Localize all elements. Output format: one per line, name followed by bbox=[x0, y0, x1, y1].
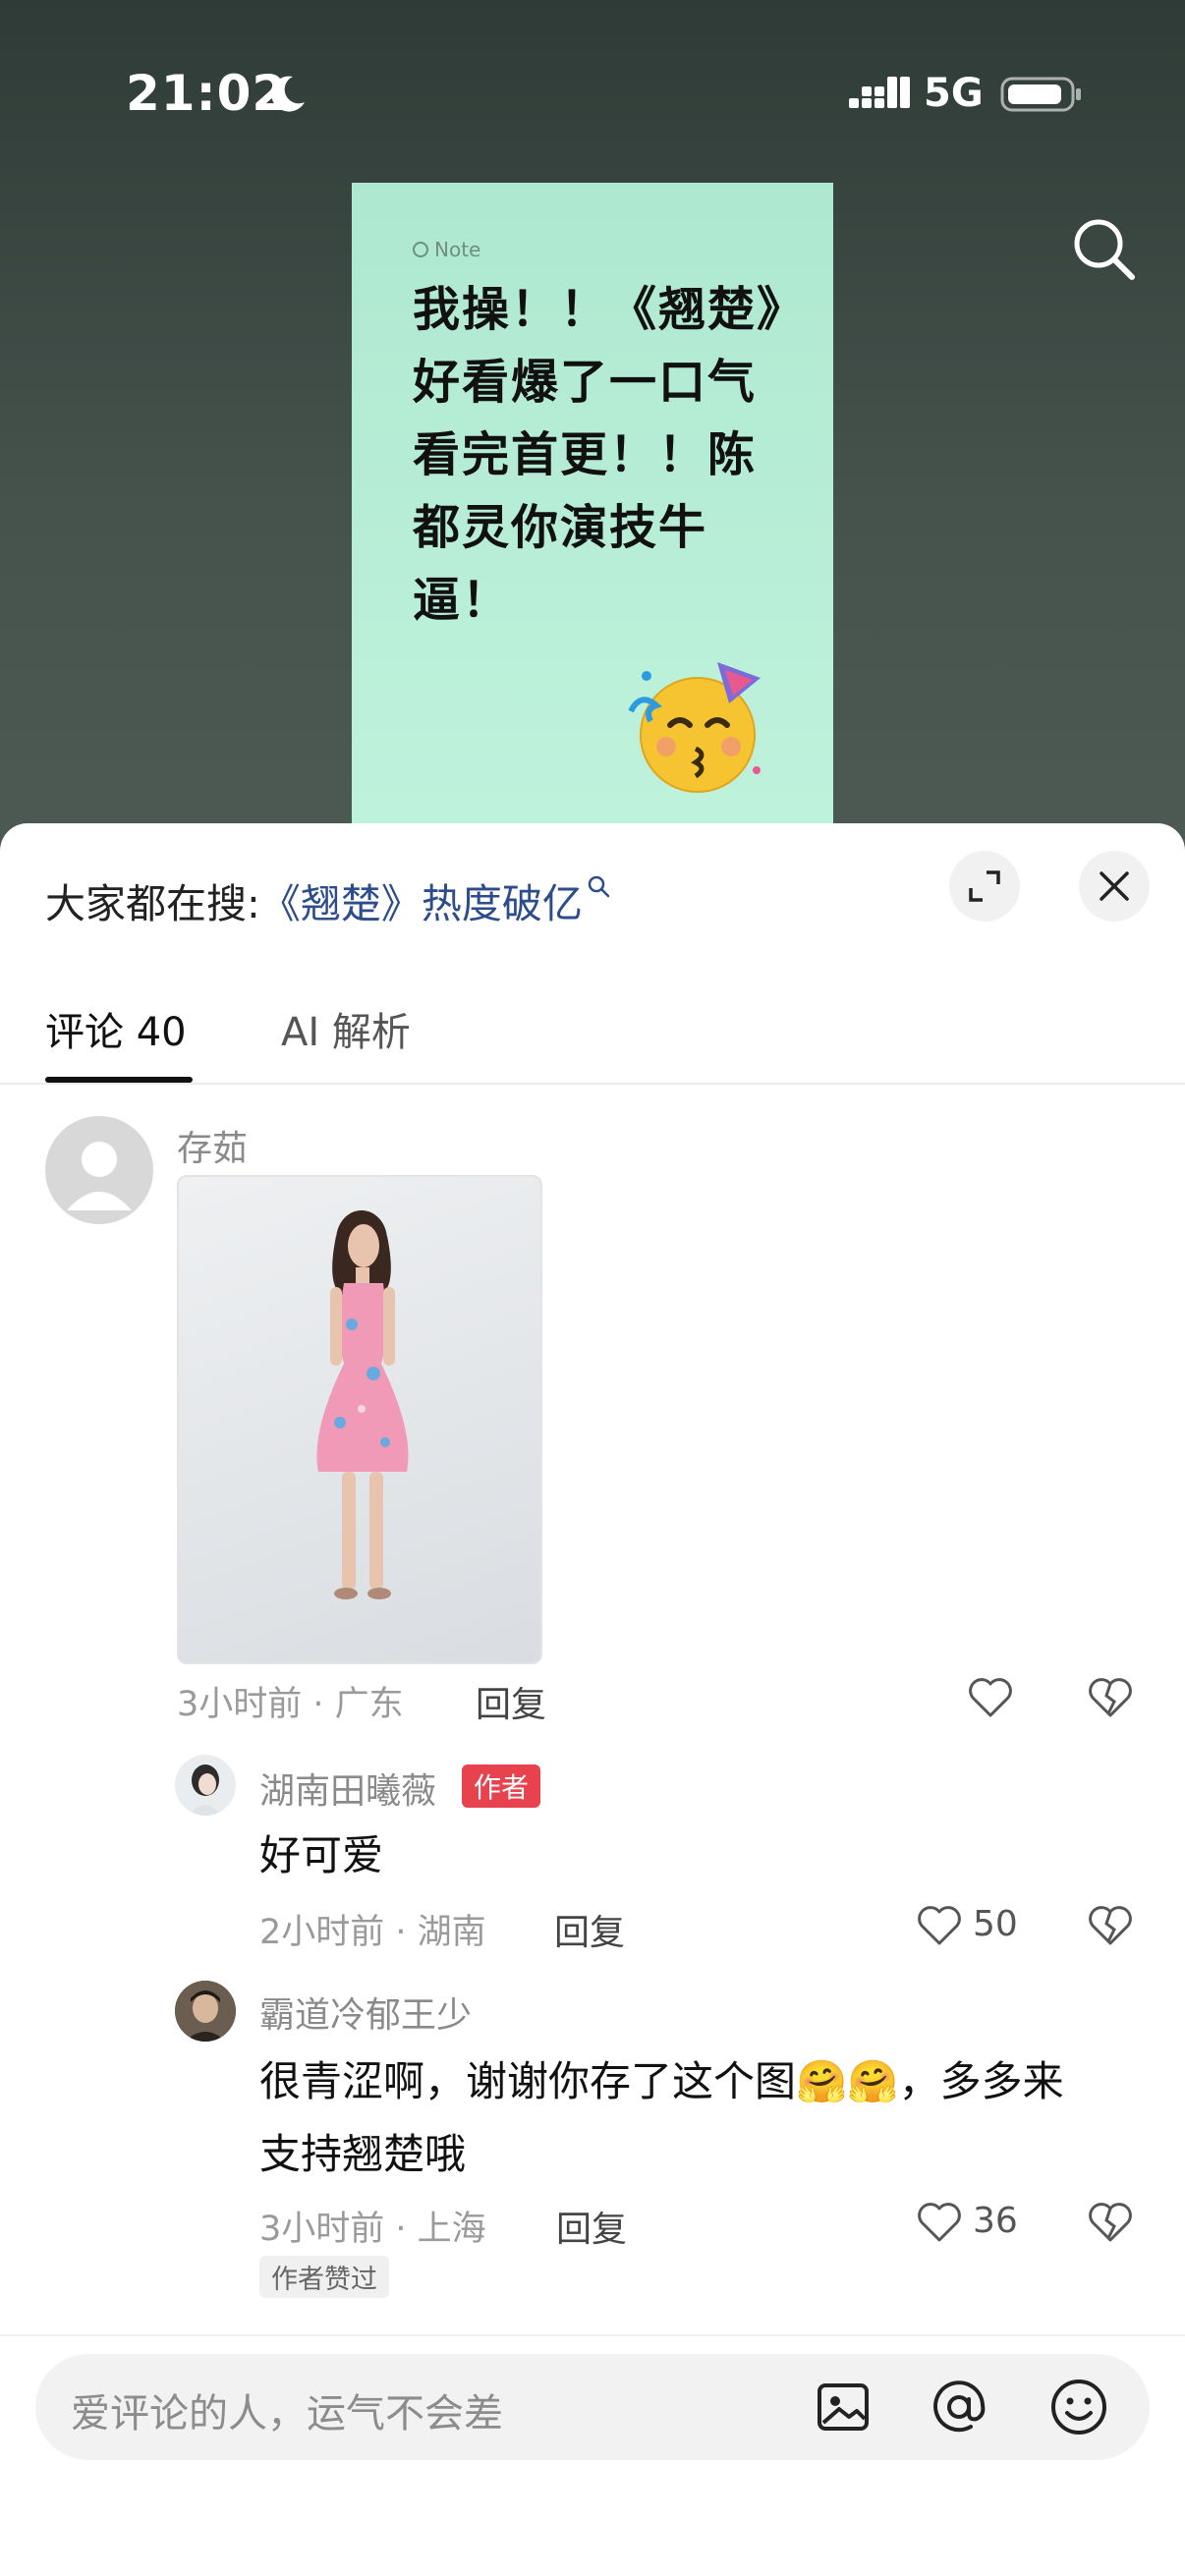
divider bbox=[0, 2334, 1185, 2336]
search-suggestion[interactable]: 大家都在搜:《翘楚》热度破亿 bbox=[45, 870, 612, 929]
close-icon bbox=[1100, 871, 1129, 901]
tab-bar: 评论 40 AI 解析 bbox=[0, 980, 1185, 1085]
network-type: 5G bbox=[924, 71, 984, 116]
author-liked-tag: 作者赞过 bbox=[259, 2256, 389, 2298]
like-count: 36 bbox=[973, 2201, 1018, 2241]
comment-input[interactable]: 爱评论的人，运气不会差 bbox=[35, 2354, 1150, 2460]
party-face-icon bbox=[628, 662, 761, 793]
avatar[interactable] bbox=[45, 1116, 153, 1224]
active-tab-indicator bbox=[45, 1077, 193, 1083]
search-suggestion-prefix: 大家都在搜: bbox=[45, 880, 260, 927]
reply-meta: 3小时前 · 上海 bbox=[259, 2210, 486, 2249]
heart-icon[interactable] bbox=[965, 1672, 1016, 1723]
reply-text-line: 很青涩啊，谢谢你存了这个图🤗🤗，多多来 bbox=[259, 2057, 1064, 2105]
comment-photo[interactable] bbox=[177, 1175, 542, 1664]
moon-icon bbox=[271, 76, 305, 112]
tab-comments[interactable]: 评论 40 bbox=[45, 1000, 187, 1057]
comment-input-placeholder: 爱评论的人，运气不会差 bbox=[71, 2391, 503, 2436]
tab-ai-analysis[interactable]: AI 解析 bbox=[281, 1000, 411, 1057]
note-tag: Note bbox=[413, 238, 480, 261]
reply-button[interactable]: 回复 bbox=[554, 1904, 625, 1955]
default-avatar-icon bbox=[67, 1142, 132, 1210]
signal-icon bbox=[849, 77, 910, 108]
author-badge: 作者 bbox=[462, 1764, 541, 1808]
reply-text: 好可爱 bbox=[259, 1831, 384, 1879]
battery-icon bbox=[1000, 77, 1081, 112]
broken-heart-icon[interactable] bbox=[1085, 1672, 1136, 1723]
reply-username[interactable]: 湖南田曦薇 bbox=[259, 1763, 436, 1814]
woman-in-pink-dress-image bbox=[316, 1210, 409, 1599]
comment-username[interactable]: 存茹 bbox=[177, 1120, 248, 1171]
note-text: 我操！！《翘楚》好看爆了一口气看完首更！！陈都灵你演技牛逼！ bbox=[413, 282, 783, 628]
search-icon[interactable] bbox=[1069, 214, 1138, 283]
expand-icon bbox=[969, 870, 1000, 902]
avatar-image bbox=[175, 1981, 236, 2042]
reply-meta: 2小时前 · 湖南 bbox=[259, 1913, 486, 1952]
reply-text-line: 支持翘楚哦 bbox=[259, 2130, 467, 2178]
emoji-icon[interactable] bbox=[1047, 2376, 1110, 2438]
note-tag-label: Note bbox=[434, 238, 481, 261]
like-count: 50 bbox=[973, 1904, 1018, 1944]
status-time: 21:02 bbox=[126, 65, 288, 122]
comment-sheet: 大家都在搜:《翘楚》热度破亿 评论 40 AI 解析 存茹 3小时前 · 广东 … bbox=[0, 823, 1185, 2576]
heart-icon[interactable] bbox=[914, 1900, 965, 1951]
reply-button[interactable]: 回复 bbox=[556, 2201, 627, 2252]
reply-button[interactable]: 回复 bbox=[476, 1676, 546, 1727]
comment-meta: 3小时前 · 广东 bbox=[177, 1685, 404, 1724]
reply-text: 很青涩啊，谢谢你存了这个图🤗🤗，多多来 支持翘楚哦 bbox=[259, 2045, 1144, 2191]
image-icon[interactable] bbox=[812, 2376, 875, 2438]
note-ring-icon bbox=[413, 242, 428, 257]
close-button[interactable] bbox=[1079, 851, 1150, 922]
search-suggestion-link[interactable]: 《翘楚》热度破亿 bbox=[260, 880, 583, 927]
reply-avatar[interactable] bbox=[175, 1981, 236, 2042]
broken-heart-icon[interactable] bbox=[1085, 1900, 1136, 1951]
reply-username[interactable]: 霸道冷郁王少 bbox=[259, 1987, 472, 2038]
reply-avatar[interactable] bbox=[175, 1755, 236, 1816]
expand-button[interactable] bbox=[949, 851, 1020, 922]
broken-heart-icon[interactable] bbox=[1085, 2197, 1136, 2248]
avatar-image bbox=[189, 1764, 222, 1816]
small-search-icon bbox=[588, 875, 610, 898]
note-card[interactable]: Note 我操！！《翘楚》好看爆了一口气看完首更！！陈都灵你演技牛逼！ bbox=[352, 183, 833, 831]
heart-icon[interactable] bbox=[914, 2197, 965, 2248]
mention-icon[interactable] bbox=[928, 2376, 990, 2438]
